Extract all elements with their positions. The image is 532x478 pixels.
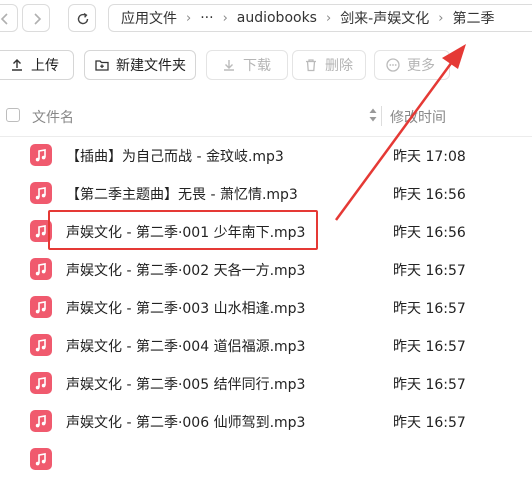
annotation-arrow-icon [334, 44, 466, 221]
audio-file-icon [30, 448, 52, 470]
